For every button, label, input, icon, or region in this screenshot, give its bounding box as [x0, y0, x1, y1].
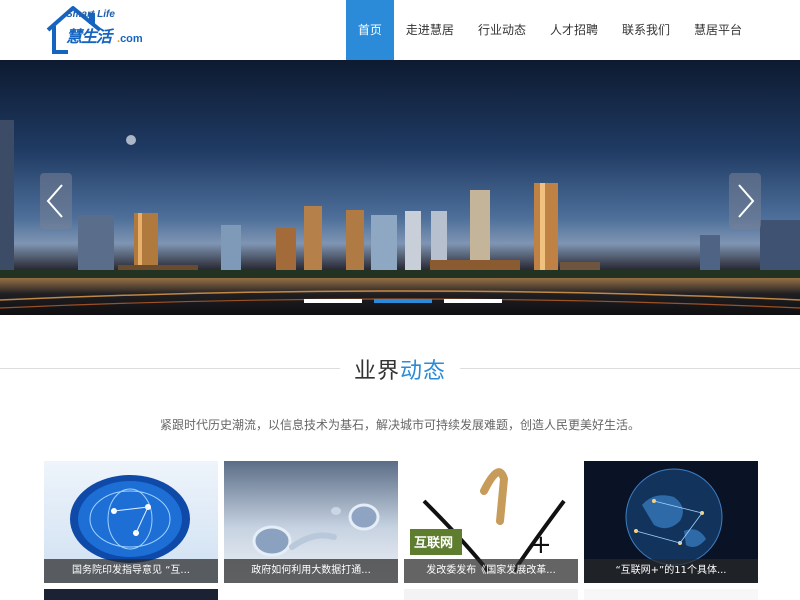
- news-card-5-top[interactable]: [44, 589, 218, 600]
- news-card-1[interactable]: 国务院印发指导意见 “互...: [44, 461, 218, 583]
- nav-item-platform[interactable]: 慧居平台: [682, 0, 754, 60]
- banner-pagination: [304, 299, 502, 303]
- banner-prev-arrow[interactable]: [40, 173, 72, 229]
- chevron-left-icon: [46, 184, 63, 218]
- banner-dot-3[interactable]: [444, 299, 502, 303]
- svg-text:+: +: [530, 530, 552, 560]
- nav-item-industry-news[interactable]: 行业动态: [466, 0, 538, 60]
- section-subtitle: 紧跟时代历史潮流，以信息技术为基石，解决城市可持续发展难题，创造人民更美好生活。: [159, 418, 640, 432]
- news-card-caption: 国务院印发指导意见 “互...: [44, 559, 218, 583]
- section-title: 业界动态: [0, 353, 800, 385]
- svg-text:互联网: 互联网: [414, 536, 453, 551]
- logo-com: com: [120, 33, 143, 45]
- news-card-caption: 发改委发布《国家发展改革...: [404, 559, 578, 583]
- news-card-4[interactable]: “互联网+”的11个具体...: [584, 461, 758, 583]
- section-heading: 业界动态: [0, 345, 800, 393]
- logo-domain-text: .com: [117, 33, 143, 45]
- logo-chinese-text: 慧生活: [66, 27, 112, 46]
- logo[interactable]: Smart Life 慧生活 .com: [44, 6, 154, 56]
- nav-item-about[interactable]: 走进慧居: [394, 0, 466, 60]
- news-card-caption: 政府如何利用大数据打通...: [224, 559, 398, 583]
- news-card-3[interactable]: 互联网 + 发改委发布《国家发展改革...: [404, 461, 578, 583]
- logo-english-text: Smart Life: [66, 9, 115, 20]
- banner-dot-1[interactable]: [304, 299, 362, 303]
- news-card-7-top[interactable]: [404, 589, 578, 600]
- news-card-2[interactable]: 政府如何利用大数据打通...: [224, 461, 398, 583]
- hero-banner: [0, 60, 800, 315]
- nav-item-home[interactable]: 首页: [345, 0, 394, 60]
- city-skyline-image: [0, 120, 800, 315]
- section-title-plain: 业界: [353, 359, 400, 384]
- news-card-8-top[interactable]: [584, 589, 758, 600]
- nav-item-contact[interactable]: 联系我们: [610, 0, 682, 60]
- header: Smart Life 慧生活 .com 首页 走进慧居 行业动态 人才招聘 联系…: [0, 0, 800, 60]
- main-nav: 首页 走进慧居 行业动态 人才招聘 联系我们 慧居平台: [345, 0, 754, 60]
- chevron-right-icon: [738, 184, 755, 218]
- nav-item-careers[interactable]: 人才招聘: [538, 0, 610, 60]
- banner-next-arrow[interactable]: [729, 173, 761, 229]
- section-title-highlight: 动态: [400, 359, 447, 384]
- news-cards: 国务院印发指导意见 “互... 政府如何利用大数据打通... 互联网 + 发改委…: [44, 461, 764, 586]
- news-cards-second-row: [44, 589, 764, 600]
- banner-dot-2[interactable]: [374, 299, 432, 303]
- news-card-caption: “互联网+”的11个具体...: [584, 559, 758, 583]
